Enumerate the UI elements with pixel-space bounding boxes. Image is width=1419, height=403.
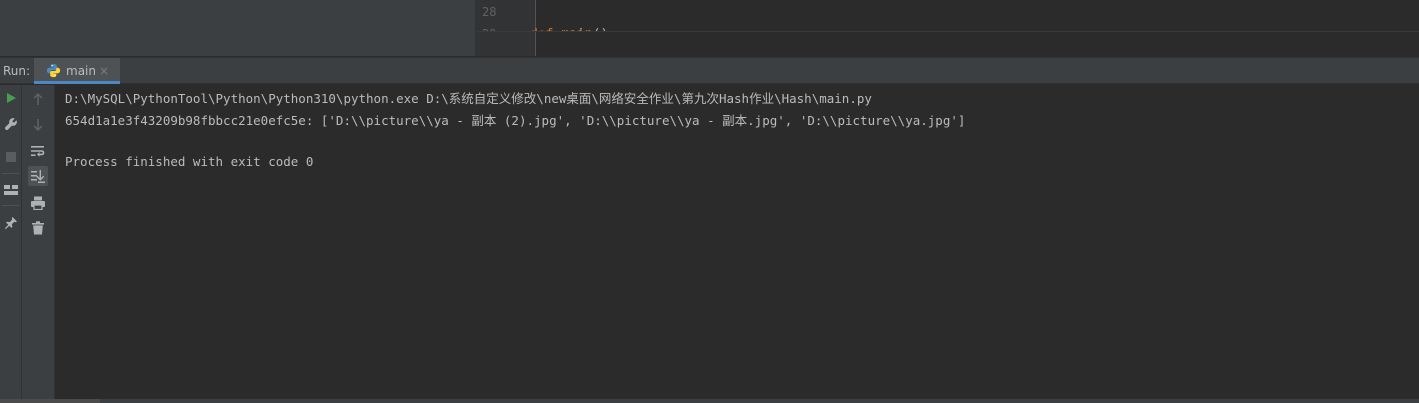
run-tab-label: main — [66, 64, 96, 78]
line-number: 28 — [482, 5, 497, 19]
scroll-to-end-icon[interactable] — [28, 166, 48, 186]
soft-wrap-icon[interactable] — [28, 141, 48, 161]
run-tab-main[interactable]: main × — [34, 58, 120, 84]
run-icon[interactable] — [1, 88, 21, 108]
bottom-status-strip — [0, 399, 1419, 403]
editor-divider — [476, 31, 1419, 32]
trash-icon[interactable] — [28, 218, 48, 238]
run-toolbar-primary — [0, 85, 22, 403]
pin-icon[interactable] — [1, 213, 21, 233]
editor-left-pane — [0, 0, 475, 56]
console-output[interactable]: D:\MySQL\PythonTool\Python\Python310\pyt… — [55, 85, 1419, 401]
run-label: Run: — [3, 64, 31, 78]
console-line: 654d1a1e3f43209b98fbbcc21e0efc5e: ['D:\\… — [65, 113, 966, 128]
layout-icon[interactable] — [1, 180, 21, 200]
editor-area: 28 29 def main(): — [0, 0, 1419, 56]
line-gutter: 28 29 — [476, 0, 536, 56]
print-icon[interactable] — [28, 193, 48, 213]
console-line: D:\MySQL\PythonTool\Python\Python310\pyt… — [65, 91, 872, 106]
editor-code-pane[interactable]: 28 29 def main(): — [475, 0, 1419, 56]
close-icon[interactable]: × — [99, 64, 109, 78]
run-panel-header: Run: main × — [0, 57, 1419, 84]
run-toolbar-secondary — [22, 85, 55, 403]
bottom-status-segment — [0, 399, 100, 403]
stop-icon[interactable] — [1, 147, 21, 167]
toolbar-separator — [2, 205, 19, 206]
console-line: Process finished with exit code 0 — [65, 154, 314, 169]
arrow-up-icon[interactable] — [28, 89, 48, 109]
toolbar-separator — [2, 173, 19, 174]
python-icon — [46, 63, 61, 78]
arrow-down-icon[interactable] — [28, 115, 48, 135]
wrench-icon[interactable] — [1, 114, 21, 134]
